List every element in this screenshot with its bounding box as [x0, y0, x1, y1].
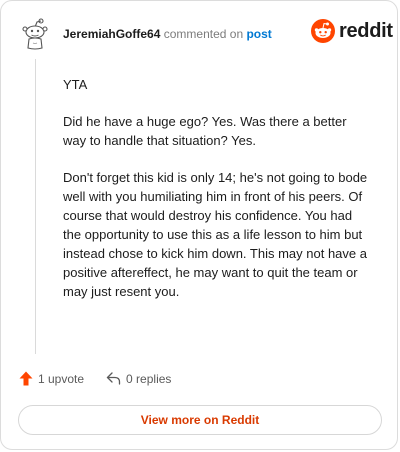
comment-paragraph: YTA — [63, 77, 88, 92]
comment-paragraph: Did he have a huge ego? Yes. Was there a… — [63, 114, 347, 148]
comment-paragraph: Don't forget this kid is only 14; he's n… — [63, 170, 368, 299]
comment-stats: 1 upvote 0 replies — [19, 371, 171, 386]
upvote-arrow-icon — [19, 371, 33, 386]
comment-body: YTA Did he have a huge ego? Yes. Was the… — [63, 75, 371, 319]
avatar[interactable] — [20, 17, 50, 51]
post-link[interactable]: post — [246, 27, 271, 41]
upvote-stat[interactable]: 1 upvote — [19, 371, 84, 386]
upvote-count: 1 upvote — [38, 371, 85, 386]
reply-arrow-icon — [106, 372, 121, 385]
view-more-button[interactable]: View more on Reddit — [18, 405, 382, 435]
commented-on-text: commented on — [163, 27, 244, 41]
thread-line — [35, 59, 36, 354]
reddit-brand-link[interactable]: reddit — [311, 19, 393, 43]
reddit-wordmark: reddit — [339, 20, 393, 42]
replies-stat[interactable]: 0 replies — [106, 372, 171, 386]
comment-header: JeremiahGoffe64 commented on post — [63, 26, 272, 42]
replies-count: 0 replies — [126, 371, 172, 386]
embedded-comment-card: JeremiahGoffe64 commented on post reddit… — [0, 0, 398, 450]
snoo-avatar-icon — [22, 18, 48, 50]
username-link[interactable]: JeremiahGoffe64 — [63, 27, 160, 41]
reddit-snoo-icon — [311, 19, 335, 43]
